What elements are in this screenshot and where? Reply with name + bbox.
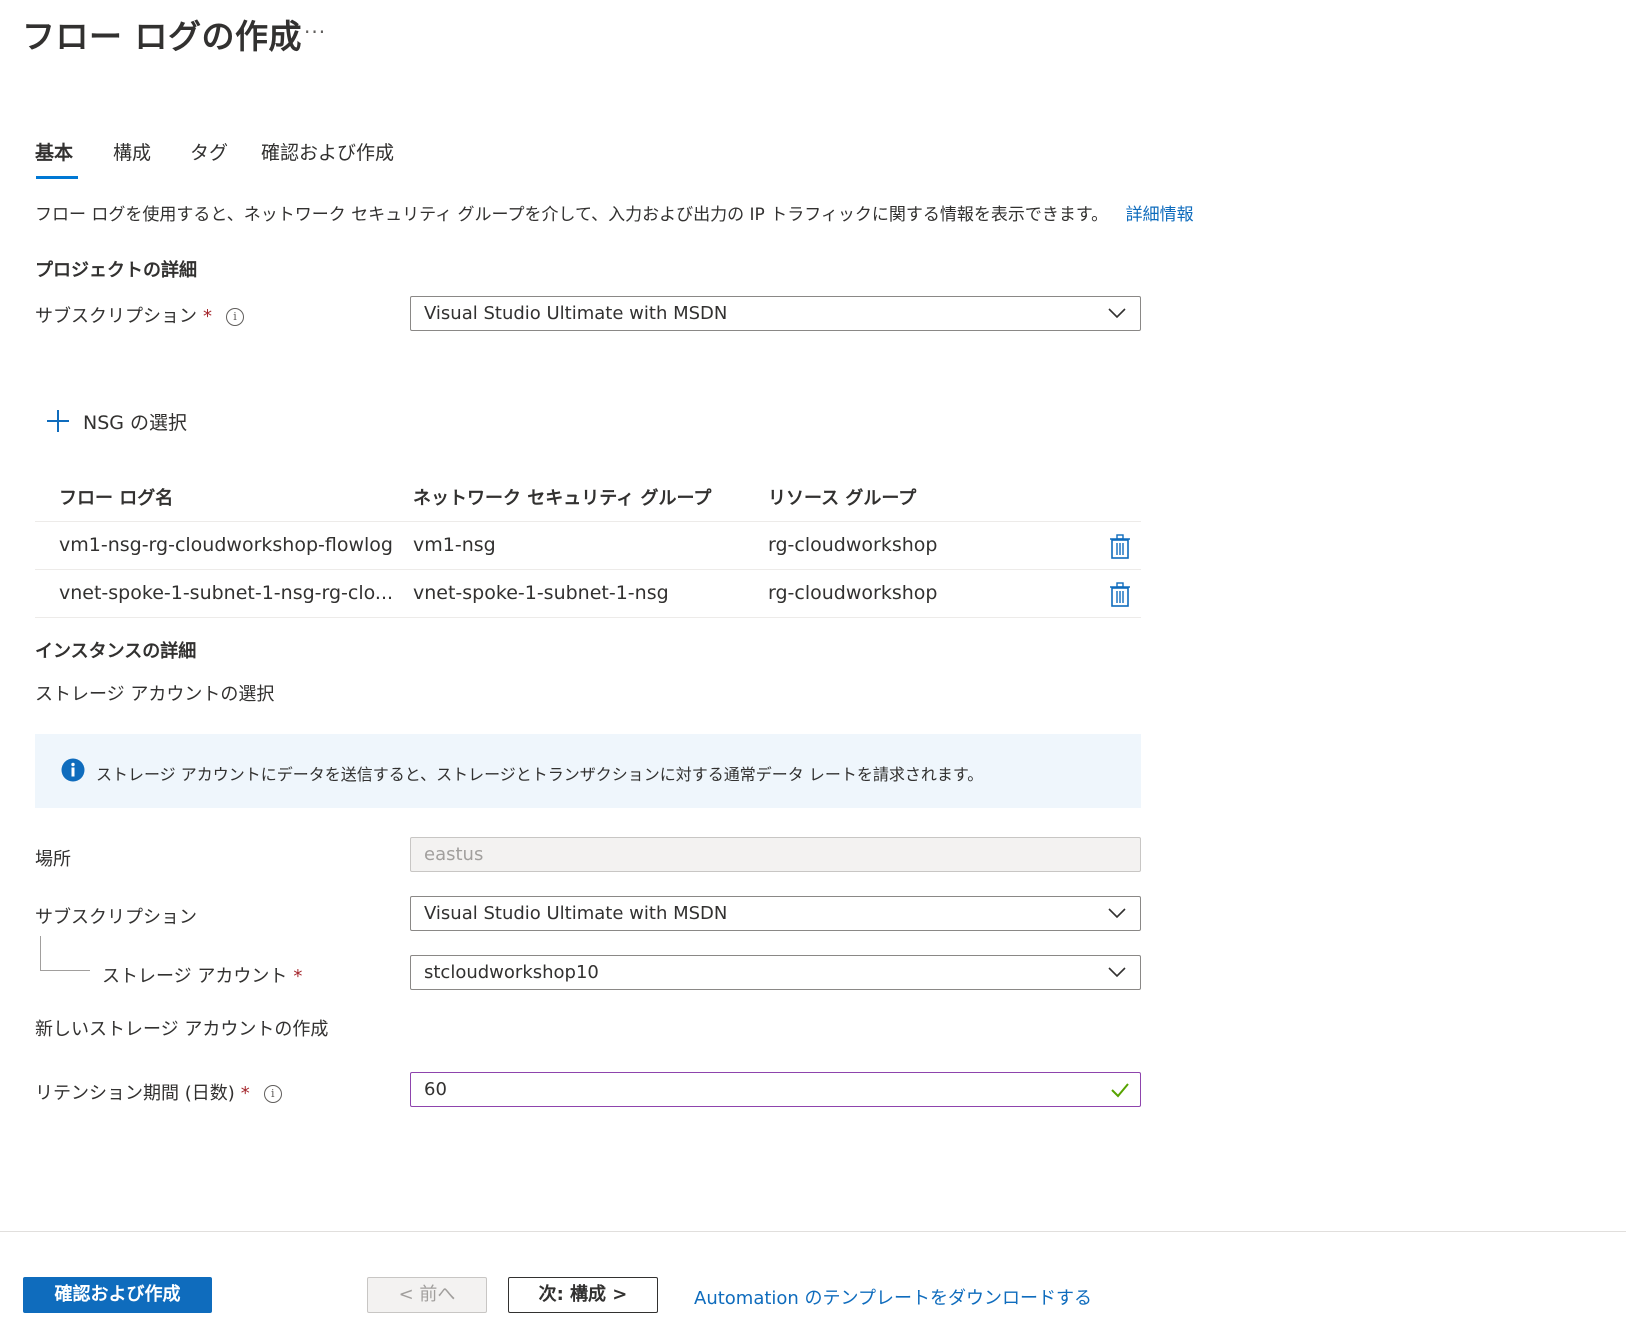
tab-review-create[interactable]: 確認および作成 (261, 138, 394, 165)
instance-details-heading: インスタンスの詳細 (35, 641, 197, 662)
tab-configuration[interactable]: 構成 (113, 138, 151, 165)
info-banner-text: ストレージ アカウントにデータを送信すると、ストレージとトランザクションに対する… (96, 765, 984, 784)
create-storage-account-link[interactable]: 新しいストレージ アカウントの作成 (35, 1015, 328, 1041)
plus-icon (47, 410, 69, 432)
description: フロー ログを使用すると、ネットワーク セキュリティ グループを介して、入力およ… (35, 200, 1194, 225)
more-options-button[interactable]: ··· (304, 20, 326, 44)
subscription-dropdown-value: Visual Studio Ultimate with MSDN (424, 303, 728, 324)
storage-subscription-label: サブスクリプション (35, 907, 197, 928)
subscription-label-text: サブスクリプション (35, 306, 197, 327)
column-header-flow-log-name: フロー ログ名 (59, 488, 174, 509)
delete-icon[interactable] (1109, 534, 1131, 559)
active-tab-indicator (36, 176, 78, 179)
chevron-down-icon (1108, 908, 1126, 919)
previous-button: < 前へ (367, 1277, 487, 1313)
table-cell-nsg: vnet-spoke-1-subnet-1-nsg (413, 582, 669, 604)
location-field: eastus (410, 837, 1141, 872)
description-text: フロー ログを使用すると、ネットワーク セキュリティ グループを介して、入力およ… (35, 205, 1109, 225)
location-value: eastus (424, 844, 484, 865)
tree-connector (40, 970, 90, 971)
column-header-resource-group: リソース グループ (768, 488, 917, 509)
learn-more-link[interactable]: 詳細情報 (1126, 205, 1194, 225)
info-icon[interactable]: i (263, 1085, 282, 1103)
storage-account-label-text: ストレージ アカウント (102, 966, 288, 987)
review-create-button[interactable]: 確認および作成 (23, 1277, 212, 1313)
table-cell-nsg: vm1-nsg (413, 534, 496, 556)
table-cell-resource-group: rg-cloudworkshop (768, 582, 938, 604)
chevron-down-icon (1108, 308, 1126, 319)
storage-subscription-dropdown[interactable]: Visual Studio Ultimate with MSDN (410, 896, 1141, 931)
storage-account-dropdown[interactable]: stcloudworkshop10 (410, 955, 1141, 990)
location-label: 場所 (35, 849, 71, 870)
required-mark: * (203, 306, 212, 327)
tab-basics[interactable]: 基本 (35, 138, 73, 165)
subscription-dropdown[interactable]: Visual Studio Ultimate with MSDN (410, 296, 1141, 331)
table-cell-resource-group: rg-cloudworkshop (768, 534, 938, 556)
tab-tags[interactable]: タグ (190, 138, 228, 165)
storage-subscription-value: Visual Studio Ultimate with MSDN (424, 903, 728, 924)
storage-select-label: ストレージ アカウントの選択 (35, 684, 275, 705)
download-template-link[interactable]: Automation のテンプレートをダウンロードする (694, 1284, 1092, 1310)
column-header-nsg: ネットワーク セキュリティ グループ (413, 488, 712, 509)
table-cell-flow-log-name: vnet-spoke-1-subnet-1-nsg-rg-clo... (59, 582, 394, 604)
chevron-down-icon (1108, 967, 1126, 978)
retention-label-text: リテンション期間 (日数) (35, 1083, 235, 1104)
project-details-heading: プロジェクトの詳細 (35, 260, 197, 281)
delete-icon[interactable] (1109, 582, 1131, 607)
next-configuration-button[interactable]: 次: 構成 > (508, 1277, 658, 1313)
info-icon[interactable]: i (226, 308, 244, 326)
table-divider (35, 521, 1141, 522)
retention-value: 60 (424, 1079, 447, 1100)
required-mark: * (293, 966, 303, 987)
page-title: フロー ログの作成 (22, 17, 302, 56)
select-nsg-label: NSG の選択 (83, 412, 188, 434)
table-cell-flow-log-name: vm1-nsg-rg-cloudworkshop-flowlog (59, 534, 393, 556)
subscription-label: サブスクリプション * i (35, 302, 244, 328)
tree-connector (40, 936, 41, 971)
checkmark-icon (1111, 1083, 1129, 1098)
storage-account-label: ストレージ アカウント * (102, 962, 302, 988)
info-banner: ストレージ アカウントにデータを送信すると、ストレージとトランザクションに対する… (35, 734, 1141, 808)
retention-input[interactable]: 60 (410, 1072, 1141, 1107)
table-divider (35, 617, 1141, 618)
info-icon (61, 758, 85, 782)
storage-account-value: stcloudworkshop10 (424, 962, 599, 983)
table-divider (35, 569, 1141, 570)
footer-divider (0, 1231, 1626, 1232)
retention-label: リテンション期間 (日数) * i (35, 1079, 282, 1105)
required-mark: * (240, 1083, 250, 1104)
